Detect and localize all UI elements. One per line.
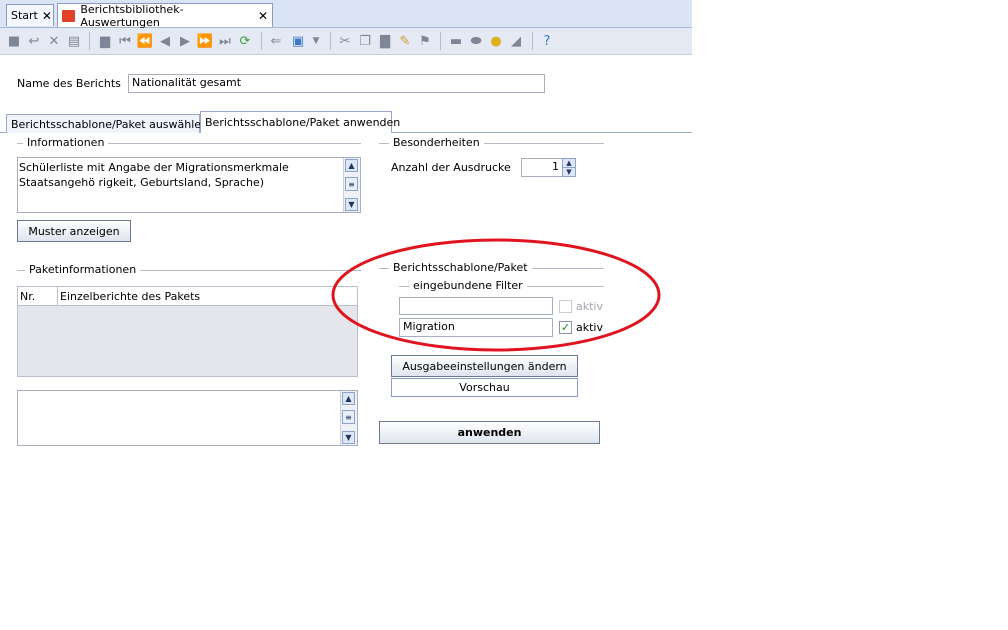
delete-icon[interactable]: ✕ bbox=[46, 33, 62, 49]
scroll-thumb[interactable]: ≡ bbox=[345, 177, 358, 191]
vorschau-button[interactable]: Vorschau bbox=[391, 378, 578, 397]
next-record-icon[interactable]: ▶ bbox=[177, 33, 193, 49]
toolbar-separator bbox=[261, 32, 262, 50]
toolbar-separator bbox=[440, 32, 441, 50]
toolbar-separator bbox=[532, 32, 533, 50]
tab-berichtsschablone-auswaehlen[interactable]: Berichtsschablone/Paket auswählen bbox=[6, 114, 208, 133]
cut-icon[interactable]: ✂ bbox=[337, 33, 353, 49]
stepper-down-icon[interactable]: ▼ bbox=[562, 167, 576, 177]
format-painter-icon[interactable]: ⚑ bbox=[417, 33, 433, 49]
toolbar-separator bbox=[89, 32, 90, 50]
paket-table[interactable]: Nr. Einzelberichte des Pakets bbox=[17, 286, 358, 377]
dropdown-arrow-icon[interactable]: ▼ bbox=[308, 33, 324, 49]
anwenden-button[interactable]: anwenden bbox=[379, 421, 600, 444]
paketinformationen-title: Paketinformationen bbox=[25, 263, 141, 276]
informationen-textarea[interactable]: Schülerliste mit Angabe der Migrationsme… bbox=[17, 157, 361, 213]
red-ellipse bbox=[331, 238, 661, 352]
scroll-down-icon[interactable]: ▼ bbox=[342, 431, 355, 444]
close-icon[interactable]: ✕ bbox=[258, 9, 268, 23]
report-library-icon bbox=[62, 9, 76, 22]
column-einzelberichte[interactable]: Einzelberichte des Pakets bbox=[60, 290, 200, 303]
muster-anzeigen-button[interactable]: Muster anzeigen bbox=[17, 220, 131, 242]
preview-icon[interactable]: ⬬ bbox=[468, 33, 484, 49]
scroll-down-icon[interactable]: ▼ bbox=[345, 198, 358, 211]
new-document-icon[interactable]: ▣ bbox=[290, 33, 306, 49]
close-icon[interactable]: ✕ bbox=[42, 9, 52, 23]
paket-table-header: Nr. Einzelberichte des Pakets bbox=[18, 287, 357, 306]
column-nr[interactable]: Nr. bbox=[20, 290, 35, 303]
copy-icon[interactable]: ❐ bbox=[357, 33, 373, 49]
besonderheiten-title: Besonderheiten bbox=[389, 136, 484, 149]
tab-berichtsbibliothek[interactable]: Berichtsbibliothek-Auswertungen ✕ bbox=[57, 2, 273, 29]
previous-record-icon[interactable]: ◀ bbox=[157, 33, 173, 49]
scroll-up-icon[interactable]: ▲ bbox=[342, 392, 355, 405]
toolbar-separator bbox=[330, 32, 331, 50]
paket-detail-textarea[interactable]: ▲ ≡ ▼ bbox=[17, 390, 358, 446]
next-page-icon[interactable]: ⏩ bbox=[197, 33, 213, 49]
lightbulb-icon[interactable]: ● bbox=[488, 33, 504, 49]
save-icon[interactable]: ■ bbox=[6, 33, 22, 49]
highlight-annotation bbox=[331, 238, 661, 352]
refresh-icon[interactable]: ⟳ bbox=[237, 33, 253, 49]
tab-berichtsschablone-anwenden[interactable]: Berichtsschablone/Paket anwenden bbox=[200, 111, 400, 133]
scrollbar[interactable]: ▲ ≡ ▼ bbox=[340, 391, 357, 445]
folder-icon[interactable]: ▆ bbox=[97, 33, 113, 49]
edit-icon[interactable]: ✎ bbox=[397, 33, 413, 49]
anzahl-ausdrucke-label: Anzahl der Ausdrucke bbox=[391, 161, 511, 174]
anzahl-ausdrucke-input[interactable]: 1 bbox=[521, 158, 563, 177]
tab-berichtsbibliothek-label: Berichtsbibliothek-Auswertungen bbox=[80, 2, 184, 29]
eraser-icon[interactable]: ◢ bbox=[508, 33, 524, 49]
help-icon[interactable]: ? bbox=[539, 33, 555, 49]
scrollbar[interactable]: ▲ ≡ ▼ bbox=[343, 158, 360, 212]
quantity-stepper[interactable]: ▲ ▼ bbox=[562, 158, 576, 177]
report-name-label: Name des Berichts bbox=[17, 77, 121, 90]
back-arrow-icon[interactable]: ⇐ bbox=[268, 33, 284, 49]
tab-start[interactable]: Start ✕ bbox=[6, 4, 54, 26]
informationen-title: Informationen bbox=[23, 136, 109, 149]
print-icon[interactable]: ▬ bbox=[448, 33, 464, 49]
last-record-icon[interactable]: ⏭ bbox=[217, 33, 233, 49]
ausgabeeinstellungen-button[interactable]: Ausgabeeinstellungen ändern bbox=[391, 355, 578, 377]
paste-icon[interactable]: ▇ bbox=[377, 33, 393, 49]
undo-icon[interactable]: ↩ bbox=[26, 33, 42, 49]
informationen-text: Schülerliste mit Angabe der Migrationsme… bbox=[19, 161, 289, 189]
report-name-input[interactable]: Nationalität gesamt bbox=[128, 74, 545, 93]
scroll-thumb[interactable]: ≡ bbox=[342, 410, 355, 424]
scroll-up-icon[interactable]: ▲ bbox=[345, 159, 358, 172]
first-record-icon[interactable]: ⏮ bbox=[117, 33, 133, 49]
previous-page-icon[interactable]: ⏪ bbox=[137, 33, 153, 49]
tab-start-label: Start bbox=[11, 9, 38, 22]
application-window: Start ✕ Berichtsbibliothek-Auswertungen … bbox=[0, 0, 692, 478]
document-tab-bar: Start ✕ Berichtsbibliothek-Auswertungen … bbox=[0, 0, 692, 29]
toolbar: ■ ↩ ✕ ▤ ▆ ⏮ ⏪ ◀ ▶ ⏩ ⏭ ⟳ ⇐ ▣ ▼ ✂ ❐ ▇ ✎ ⚑ … bbox=[0, 28, 692, 55]
report-icon[interactable]: ▤ bbox=[66, 33, 82, 49]
